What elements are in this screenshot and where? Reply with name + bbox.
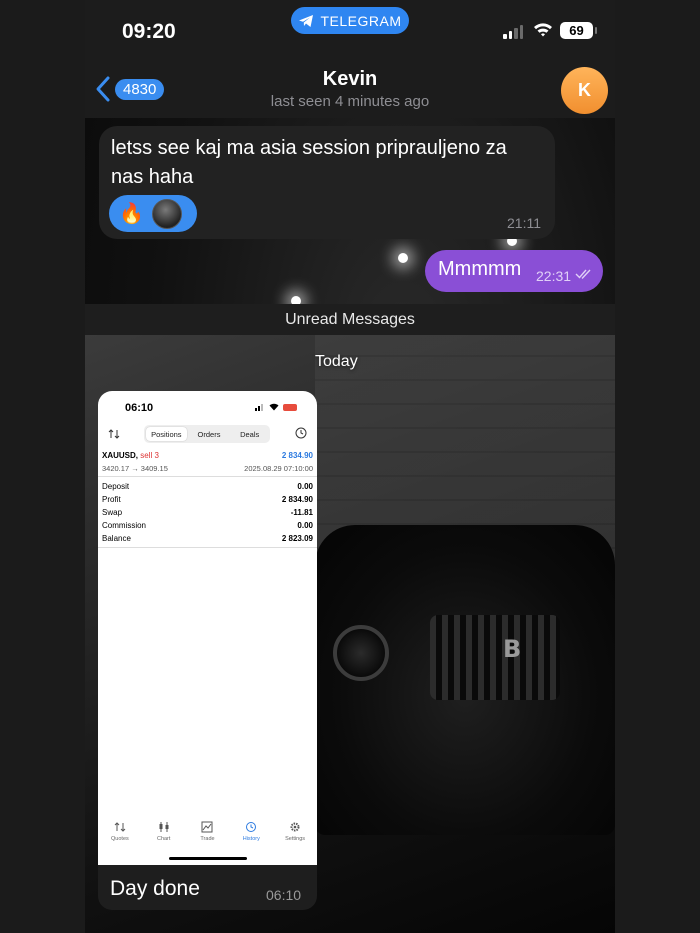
trade-side: sell 3 bbox=[140, 451, 159, 460]
cellular-signal-icon bbox=[503, 25, 523, 39]
trade-price-range: 3420.17 → 3409.15 bbox=[102, 464, 168, 473]
tab-label: History bbox=[242, 836, 260, 842]
message-time: 06:10 bbox=[266, 887, 302, 903]
message-time: 22:31 bbox=[536, 268, 572, 284]
message-text: Mmmmm bbox=[438, 258, 522, 280]
read-checkmarks-icon bbox=[575, 269, 591, 280]
car-headlamp bbox=[333, 625, 389, 681]
divider bbox=[98, 476, 317, 477]
message-time: 21:11 bbox=[507, 215, 541, 231]
date-separator: Today bbox=[315, 353, 358, 370]
summary-value: 0.00 bbox=[297, 521, 313, 530]
summary-label: Balance bbox=[102, 534, 131, 543]
divider bbox=[98, 547, 317, 548]
screenshot-time: 06:10 bbox=[125, 402, 154, 414]
last-seen-status: last seen 4 minutes ago bbox=[270, 93, 430, 110]
history-segment-control: Positions Orders Deals bbox=[144, 425, 270, 443]
car-grille bbox=[430, 615, 560, 700]
clock-icon bbox=[295, 427, 307, 439]
contact-avatar[interactable]: K bbox=[561, 67, 608, 114]
reaction-chip[interactable]: 🔥 bbox=[109, 195, 197, 232]
symbol-name: XAUUSD bbox=[102, 451, 136, 460]
summary-value: -11.81 bbox=[290, 508, 313, 517]
screenshot-signal-icon bbox=[255, 404, 263, 411]
telegram-icon bbox=[299, 14, 314, 27]
summary-label: Commission bbox=[102, 521, 147, 530]
summary-row: Profit 2 834.90 bbox=[102, 495, 313, 504]
chat-header: 4830 Kevin last seen 4 minutes ago K bbox=[85, 60, 615, 118]
segment-orders: Orders bbox=[197, 429, 221, 439]
telegram-pill[interactable]: TELEGRAM bbox=[291, 7, 409, 34]
car-badge: B bbox=[503, 635, 522, 663]
tab-label: Trade bbox=[200, 836, 215, 842]
home-indicator bbox=[169, 857, 247, 860]
image-caption: Day done bbox=[110, 877, 200, 900]
avatar-letter: K bbox=[578, 80, 591, 100]
summary-label: Deposit bbox=[102, 482, 130, 491]
segment-positions: Positions bbox=[146, 427, 187, 441]
sort-icon bbox=[108, 429, 120, 439]
tab-history: History bbox=[229, 821, 273, 851]
summary-label: Swap bbox=[102, 508, 123, 517]
ceiling-light bbox=[398, 253, 408, 263]
unread-messages-divider: Unread Messages bbox=[85, 304, 615, 335]
message-text: letss see kaj ma asia session pripraulje… bbox=[111, 137, 507, 188]
summary-row: Commission 0.00 bbox=[102, 521, 313, 530]
summary-row: Balance 2 823.09 bbox=[102, 534, 313, 543]
trading-app-screenshot[interactable]: 06:10 Positions Orders Deals XAUUSD, sel… bbox=[98, 391, 317, 865]
summary-value: 0.00 bbox=[297, 482, 313, 491]
summary-label: Profit bbox=[102, 495, 121, 504]
right-margin bbox=[615, 0, 700, 933]
quotes-icon bbox=[114, 822, 126, 832]
status-bar: 09:20 TELEGRAM 69 bbox=[85, 0, 615, 60]
left-margin bbox=[0, 0, 85, 933]
incoming-message[interactable]: letss see kaj ma asia session pripraulje… bbox=[99, 126, 555, 239]
wifi-icon bbox=[534, 23, 552, 37]
unread-label: Unread Messages bbox=[285, 310, 415, 328]
status-time: 09:20 bbox=[122, 20, 176, 43]
trade-symbol: XAUUSD, sell 3 bbox=[102, 451, 159, 460]
screenshot-wifi-icon bbox=[269, 403, 279, 411]
summary-row: Swap -11.81 bbox=[102, 508, 313, 517]
tab-label: Settings bbox=[285, 836, 306, 842]
tab-settings: Settings bbox=[273, 821, 317, 851]
summary-row: Deposit 0.00 bbox=[102, 482, 313, 491]
segment-deals: Deals bbox=[240, 429, 260, 439]
screenshot-battery-icon bbox=[283, 404, 297, 411]
tab-label: Chart bbox=[156, 836, 171, 842]
outgoing-message[interactable]: Mmmmm 22:31 bbox=[425, 250, 603, 292]
gear-icon bbox=[290, 822, 300, 832]
tab-trade: Trade bbox=[186, 821, 230, 851]
phone-screen: B 09:20 TELEGRAM 69 4830 Kevin last seen… bbox=[85, 0, 615, 933]
summary-value: 2 834.90 bbox=[281, 495, 313, 504]
candlestick-icon bbox=[159, 822, 169, 832]
trade-profit: 2 834.90 bbox=[281, 451, 313, 460]
tab-quotes: Quotes bbox=[98, 821, 142, 851]
tab-label: Quotes bbox=[111, 836, 129, 842]
app-tab-bar: Quotes Chart Trade History Settings bbox=[98, 821, 317, 851]
history-icon bbox=[246, 822, 257, 832]
summary-value: 2 823.09 bbox=[281, 534, 313, 543]
reactor-avatar bbox=[151, 198, 182, 229]
trade-chart-icon bbox=[201, 821, 213, 833]
trade-date: 2025.08.29 07:10:00 bbox=[244, 464, 313, 473]
contact-name[interactable]: Kevin bbox=[85, 68, 615, 91]
battery-icon: 69 bbox=[560, 22, 597, 39]
fire-reaction-icon: 🔥 bbox=[119, 203, 144, 225]
tab-chart: Chart bbox=[142, 821, 186, 851]
battery-level: 69 bbox=[569, 23, 584, 38]
telegram-pill-label: TELEGRAM bbox=[320, 12, 402, 29]
image-message[interactable]: 06:10 Positions Orders Deals XAUUSD, sel… bbox=[98, 391, 317, 910]
